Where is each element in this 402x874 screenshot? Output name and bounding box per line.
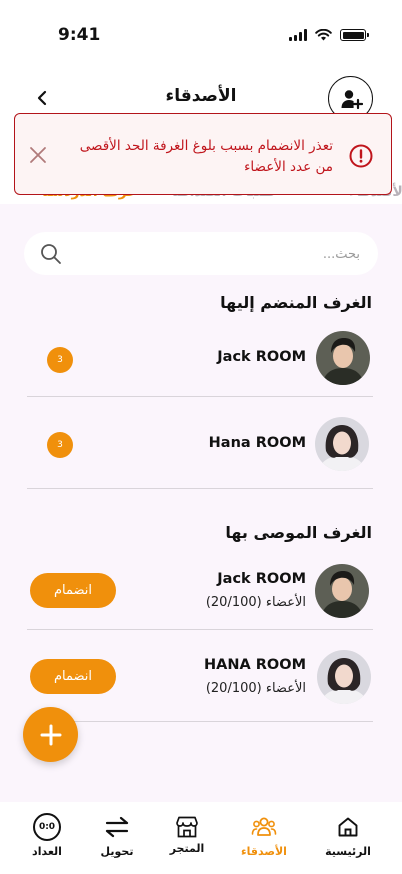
row-divider bbox=[27, 629, 373, 630]
unread-count-badge: 3 bbox=[47, 347, 73, 373]
error-icon bbox=[349, 144, 373, 168]
close-icon[interactable] bbox=[29, 146, 47, 164]
create-room-button[interactable] bbox=[23, 707, 78, 762]
row-divider bbox=[27, 721, 373, 722]
nav-label: المتجر bbox=[169, 842, 205, 855]
counter-text: 0:0 bbox=[38, 822, 56, 832]
nav-label: تحويل bbox=[100, 845, 134, 858]
status-icons bbox=[289, 29, 369, 41]
room-name: Jack ROOM bbox=[217, 349, 306, 365]
nav-item-store[interactable]: المتجر bbox=[152, 812, 222, 855]
search-icon bbox=[41, 244, 61, 264]
nav-item-counter[interactable]: 0:0 العداد bbox=[12, 812, 82, 858]
search-input[interactable] bbox=[94, 242, 360, 266]
nav-label: الأصدقاء bbox=[241, 845, 287, 858]
room-members: الأعضاء (20/100) bbox=[205, 681, 306, 696]
store-icon bbox=[176, 816, 198, 838]
friends-icon bbox=[251, 817, 277, 836]
cellular-signal-icon bbox=[289, 29, 307, 41]
alert-message: تعذر الانضمام بسبب بلوغ الغرفة الحد الأق… bbox=[79, 138, 333, 175]
wifi-icon bbox=[315, 29, 332, 41]
nav-item-transfer[interactable]: تحويل bbox=[82, 812, 152, 858]
row-divider bbox=[27, 488, 373, 489]
avatar bbox=[315, 564, 369, 618]
nav-item-home[interactable]: الرئيسية bbox=[313, 812, 383, 858]
error-alert: تعذر الانضمام بسبب بلوغ الغرفة الحد الأق… bbox=[14, 113, 392, 195]
join-button[interactable]: انضمام bbox=[30, 659, 116, 694]
bottom-nav: الرئيسية الأصدقاء المتجر تحويل 0:0 العدا… bbox=[0, 802, 402, 874]
joined-rooms-title: الغرف المنضم إليها bbox=[220, 293, 372, 312]
battery-icon bbox=[340, 29, 369, 41]
row-divider bbox=[27, 396, 373, 397]
room-name: Hana ROOM bbox=[208, 435, 306, 451]
room-name: HANA ROOM bbox=[203, 657, 306, 673]
avatar bbox=[317, 650, 371, 704]
nav-label: الرئيسية bbox=[325, 845, 371, 858]
counter-icon: 0:0 bbox=[33, 813, 61, 841]
plus-icon bbox=[40, 724, 61, 745]
avatar bbox=[315, 417, 369, 471]
unread-count-badge: 3 bbox=[47, 432, 73, 458]
room-name: Jack ROOM bbox=[217, 571, 306, 587]
recommended-rooms-title: الغرف الموصى بها bbox=[225, 523, 372, 542]
friends-screen: 9:41 الأصدقاء قائمة الأصدقاء طلبات الصدا… bbox=[0, 0, 402, 874]
room-members: الأعضاء (20/100) bbox=[205, 595, 306, 610]
add-user-icon bbox=[341, 89, 363, 109]
nav-label: العداد bbox=[32, 845, 62, 858]
nav-item-friends[interactable]: الأصدقاء bbox=[229, 812, 299, 858]
home-icon bbox=[338, 817, 358, 837]
avatar bbox=[316, 331, 370, 385]
search-bar bbox=[24, 232, 378, 275]
join-button[interactable]: انضمام bbox=[30, 573, 116, 608]
transfer-icon bbox=[105, 816, 129, 838]
status-time: 9:41 bbox=[58, 25, 101, 45]
